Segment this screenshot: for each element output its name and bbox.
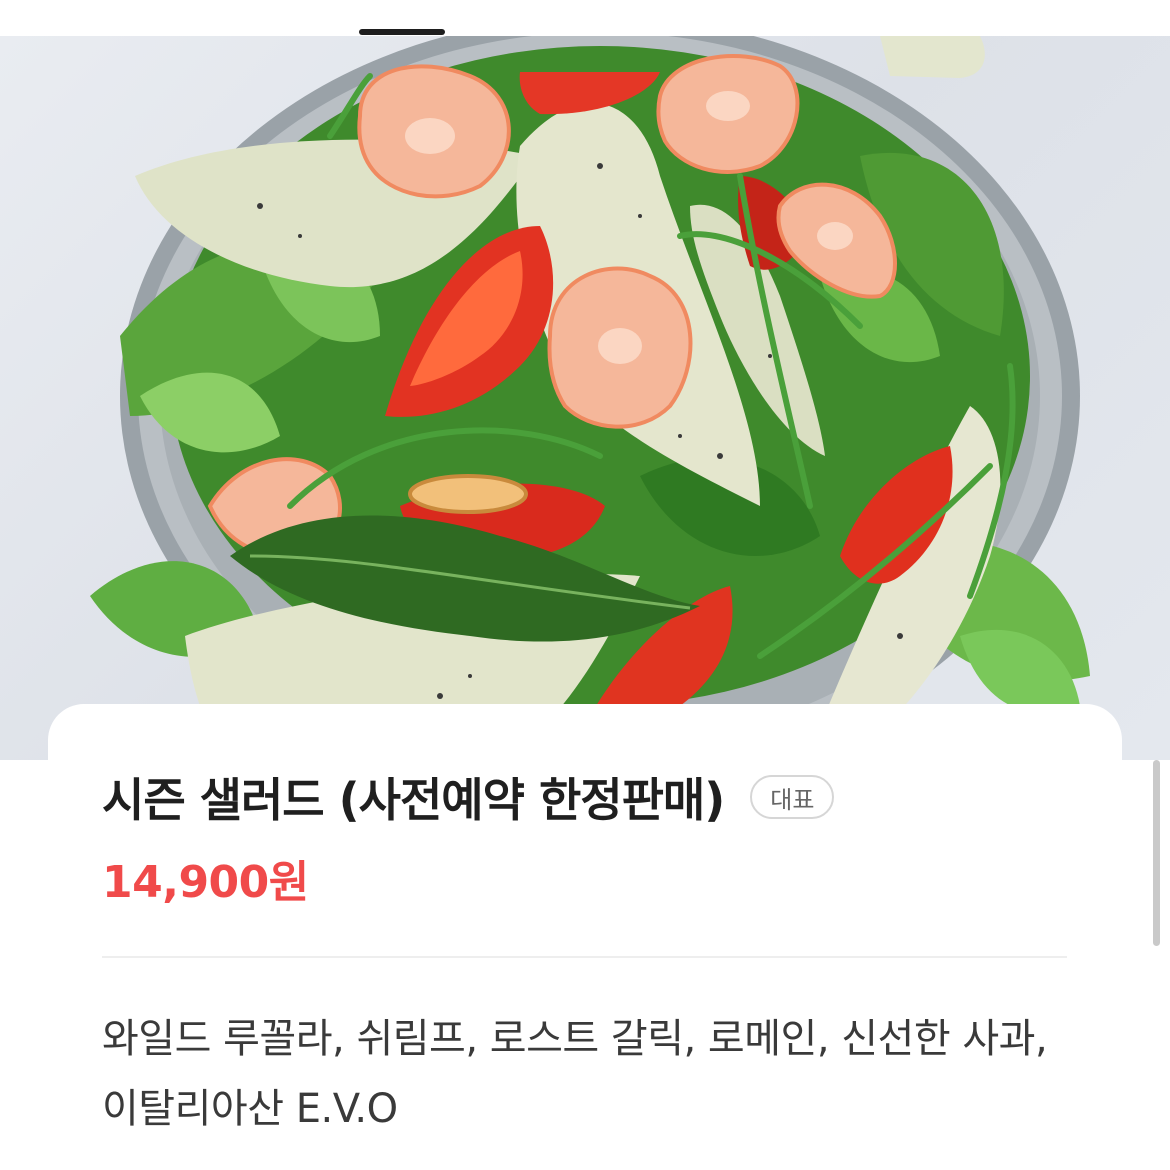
representative-badge: 대표 — [750, 775, 835, 819]
salad-illustration — [90, 36, 1090, 760]
scrollbar[interactable] — [1153, 760, 1160, 946]
sheet-grabber[interactable] — [359, 29, 445, 35]
product-info-card: 시즌 샐러드 (사전예약 한정판매) 대표 14,900원 와일드 루꼴라, 쉬… — [48, 704, 1122, 1170]
sheet-top-strip — [0, 0, 1170, 36]
divider — [102, 956, 1067, 958]
product-detail-screen: 시즌 샐러드 (사전예약 한정판매) 대표 14,900원 와일드 루꼴라, 쉬… — [0, 0, 1170, 1170]
product-description: 와일드 루꼴라, 쉬림프, 로스트 갈릭, 로메인, 신선한 사과, 이탈리아산… — [102, 1016, 1048, 1132]
product-price: 14,900원 — [102, 857, 309, 908]
product-image[interactable] — [0, 36, 1170, 760]
product-name: 시즌 샐러드 (사전예약 한정판매) — [102, 773, 725, 827]
title-row: 시즌 샐러드 (사전예약 한정판매) 대표 — [102, 764, 835, 830]
